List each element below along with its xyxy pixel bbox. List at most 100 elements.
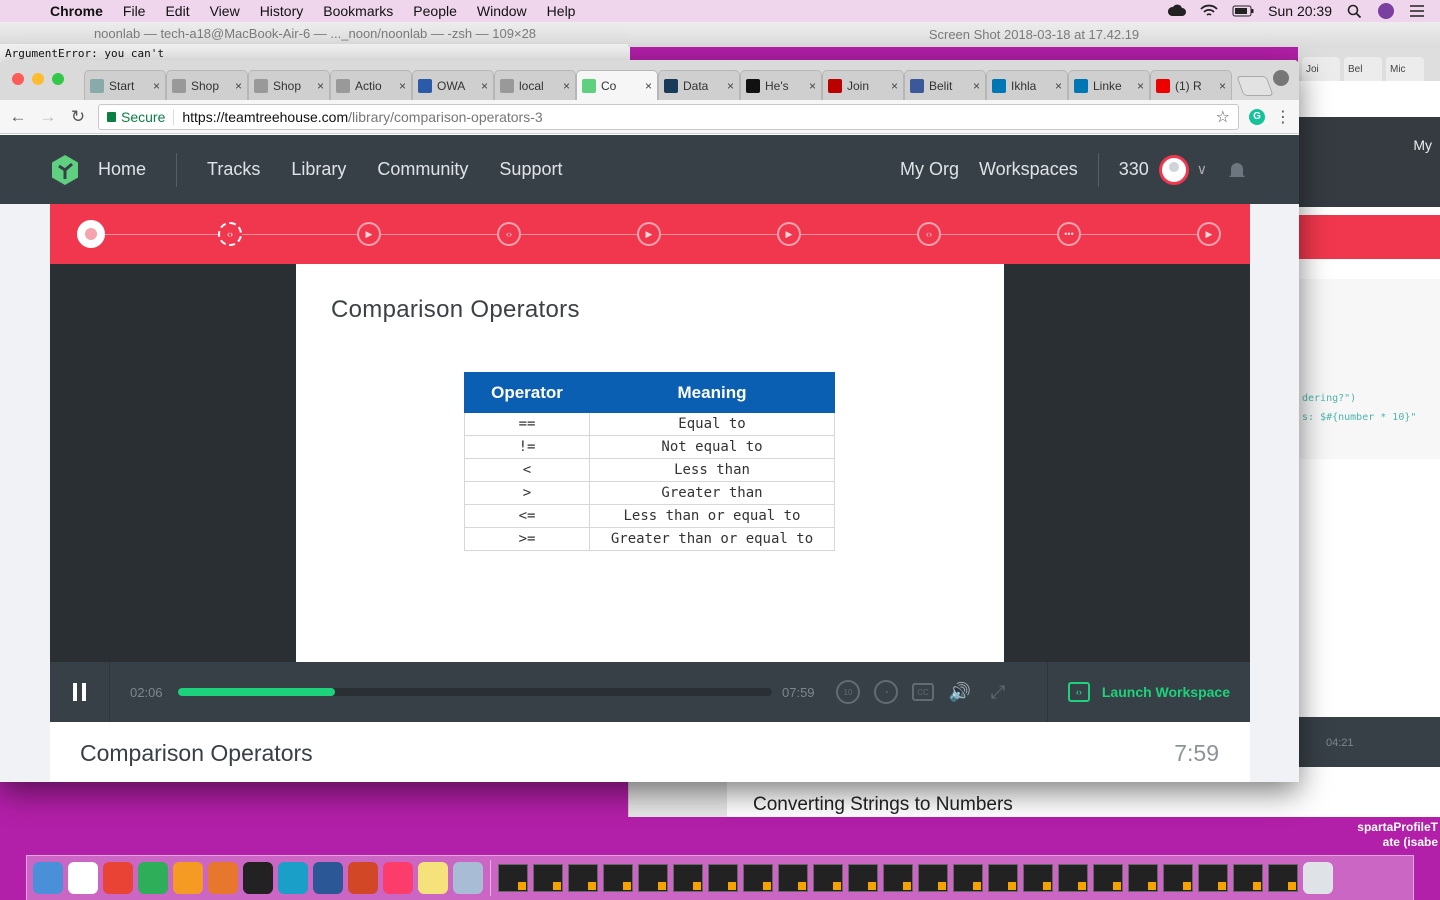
sketch-icon[interactable] [208, 862, 238, 894]
points-count[interactable]: 330 [1097, 152, 1149, 187]
close-window-button[interactable] [12, 73, 24, 85]
minimized-window-thumbnail[interactable] [883, 864, 913, 892]
browser-tab[interactable]: Actio × [330, 70, 412, 100]
powerpoint-icon[interactable] [348, 862, 378, 894]
minimized-window-thumbnail[interactable] [673, 864, 703, 892]
menu-history[interactable]: History [250, 3, 314, 19]
sublime-text-icon[interactable] [173, 862, 203, 894]
chrome-profile-icon[interactable] [1273, 70, 1289, 86]
tab-close-icon[interactable]: × [481, 79, 488, 93]
nav-support[interactable]: Support [499, 159, 562, 180]
address-bar[interactable]: Secure https://teamtreehouse.com/library… [98, 103, 1239, 130]
menu-people[interactable]: People [403, 3, 467, 19]
minimized-window-thumbnail[interactable] [1058, 864, 1088, 892]
tab-close-icon[interactable]: × [727, 79, 734, 93]
menu-file[interactable]: File [113, 3, 156, 19]
spotlight-search-icon[interactable] [1346, 4, 1364, 18]
bg-tab[interactable]: Bel [1344, 57, 1382, 81]
terminal-icon[interactable] [243, 862, 273, 894]
notification-center-icon[interactable] [1408, 4, 1426, 18]
minimized-window-thumbnail[interactable] [708, 864, 738, 892]
browser-tab[interactable]: Co × [576, 70, 658, 100]
battery-icon[interactable] [1232, 4, 1254, 18]
minimized-window-thumbnail[interactable] [533, 864, 563, 892]
video-player[interactable]: ‹› ▶ ‹› ▶ ▶ ‹› ••• ▶ Comparison Operator… [50, 204, 1250, 722]
tab-close-icon[interactable]: × [1137, 79, 1144, 93]
stage-step-video-icon[interactable]: ▶ [357, 222, 381, 246]
stage-step-video-icon[interactable]: ▶ [777, 222, 801, 246]
minimized-window-thumbnail[interactable] [498, 864, 528, 892]
nav-my-org[interactable]: My Org [900, 159, 959, 180]
menu-window[interactable]: Window [467, 3, 537, 19]
menu-app-name[interactable]: Chrome [40, 3, 113, 19]
background-browser-window[interactable]: Joi Bel Mic My dering?") s: $#{number * … [1298, 47, 1440, 782]
chrome-window[interactable]: Start × Shop × Shop × Actio × OWA × local × Co × Data ×… [0, 60, 1299, 782]
browser-tab[interactable]: (1) R × [1150, 70, 1232, 100]
background-lower-window[interactable]: Converting Strings to Numbers [628, 782, 1440, 817]
stage-step-code-icon[interactable]: ‹› [917, 222, 941, 246]
nav-tracks[interactable]: Tracks [207, 159, 260, 180]
nav-community[interactable]: Community [377, 159, 468, 180]
secure-indicator[interactable]: Secure [107, 108, 175, 125]
minimized-window-thumbnail[interactable] [603, 864, 633, 892]
stage-step-code-icon[interactable]: ‹› [497, 222, 521, 246]
tab-close-icon[interactable]: × [317, 79, 324, 93]
forward-button[interactable]: → [38, 107, 58, 127]
nav-workspaces[interactable]: Workspaces [979, 159, 1078, 180]
tab-close-icon[interactable]: × [1055, 79, 1062, 93]
browser-tab[interactable]: Join × [822, 70, 904, 100]
stage-step-video-icon[interactable]: ▶ [1197, 222, 1221, 246]
markdown-icon[interactable] [278, 862, 308, 894]
word-icon[interactable] [313, 862, 343, 894]
minimized-window-thumbnail[interactable] [1268, 864, 1298, 892]
minimized-window-thumbnail[interactable] [848, 864, 878, 892]
tab-close-icon[interactable]: × [645, 79, 652, 93]
chevron-down-icon[interactable]: ∨ [1197, 161, 1207, 178]
minimized-window-thumbnail[interactable] [1023, 864, 1053, 892]
trash-icon[interactable] [1303, 862, 1333, 894]
browser-tab[interactable]: OWA × [412, 70, 494, 100]
browser-tab[interactable]: Start × [84, 70, 166, 100]
browser-tab[interactable]: local × [494, 70, 576, 100]
tab-close-icon[interactable]: × [1219, 79, 1226, 93]
minimize-window-button[interactable] [32, 73, 44, 85]
tab-close-icon[interactable]: × [399, 79, 406, 93]
stage-step-quiz-icon[interactable]: ••• [1057, 222, 1081, 246]
user-avatar-icon[interactable] [1378, 3, 1394, 19]
tab-close-icon[interactable]: × [153, 79, 160, 93]
minimized-window-thumbnail[interactable] [1093, 864, 1123, 892]
minimized-window-thumbnail[interactable] [918, 864, 948, 892]
minimized-window-thumbnail[interactable] [813, 864, 843, 892]
stage-step-video-icon[interactable]: ▶ [637, 222, 661, 246]
minimized-window-thumbnail[interactable] [1128, 864, 1158, 892]
minimized-window-thumbnail[interactable] [778, 864, 808, 892]
atom-icon[interactable] [138, 862, 168, 894]
browser-tab[interactable]: Shop × [166, 70, 248, 100]
tab-close-icon[interactable]: × [973, 79, 980, 93]
minimized-window-thumbnail[interactable] [1233, 864, 1263, 892]
pause-button[interactable] [50, 662, 110, 722]
launch-workspace-button[interactable]: ‹› Launch Workspace [1046, 662, 1250, 722]
new-tab-button[interactable] [1236, 76, 1274, 96]
menu-help[interactable]: Help [537, 3, 586, 19]
profile-avatar[interactable] [1158, 154, 1189, 185]
notes-icon[interactable] [418, 862, 448, 894]
screenshot-window-title[interactable]: Screen Shot 2018-03-18 at 17.42.19 [628, 22, 1440, 47]
zoom-window-button[interactable] [52, 73, 64, 85]
tab-close-icon[interactable]: × [235, 79, 242, 93]
minimized-window-thumbnail[interactable] [988, 864, 1018, 892]
playback-speed-icon[interactable]: ◔ [874, 680, 898, 704]
preview-icon[interactable] [453, 862, 483, 894]
cloud-icon[interactable] [1168, 4, 1187, 18]
browser-tab[interactable]: Linke × [1068, 70, 1150, 100]
volume-icon[interactable]: 🔊 [948, 680, 972, 704]
menu-bookmarks[interactable]: Bookmarks [313, 3, 403, 19]
back-button[interactable]: ← [8, 107, 28, 127]
chrome-menu-icon[interactable]: ⋮ [1275, 107, 1291, 127]
menu-edit[interactable]: Edit [155, 3, 199, 19]
stage-step-profile-icon[interactable] [77, 220, 105, 248]
video-frame[interactable]: Comparison Operators Operator Meaning ==… [50, 264, 1250, 662]
rewind-10-icon[interactable]: 10 [836, 680, 860, 704]
stage-step-code-icon[interactable]: ‹› [218, 222, 242, 246]
browser-tab[interactable]: Belit × [904, 70, 986, 100]
